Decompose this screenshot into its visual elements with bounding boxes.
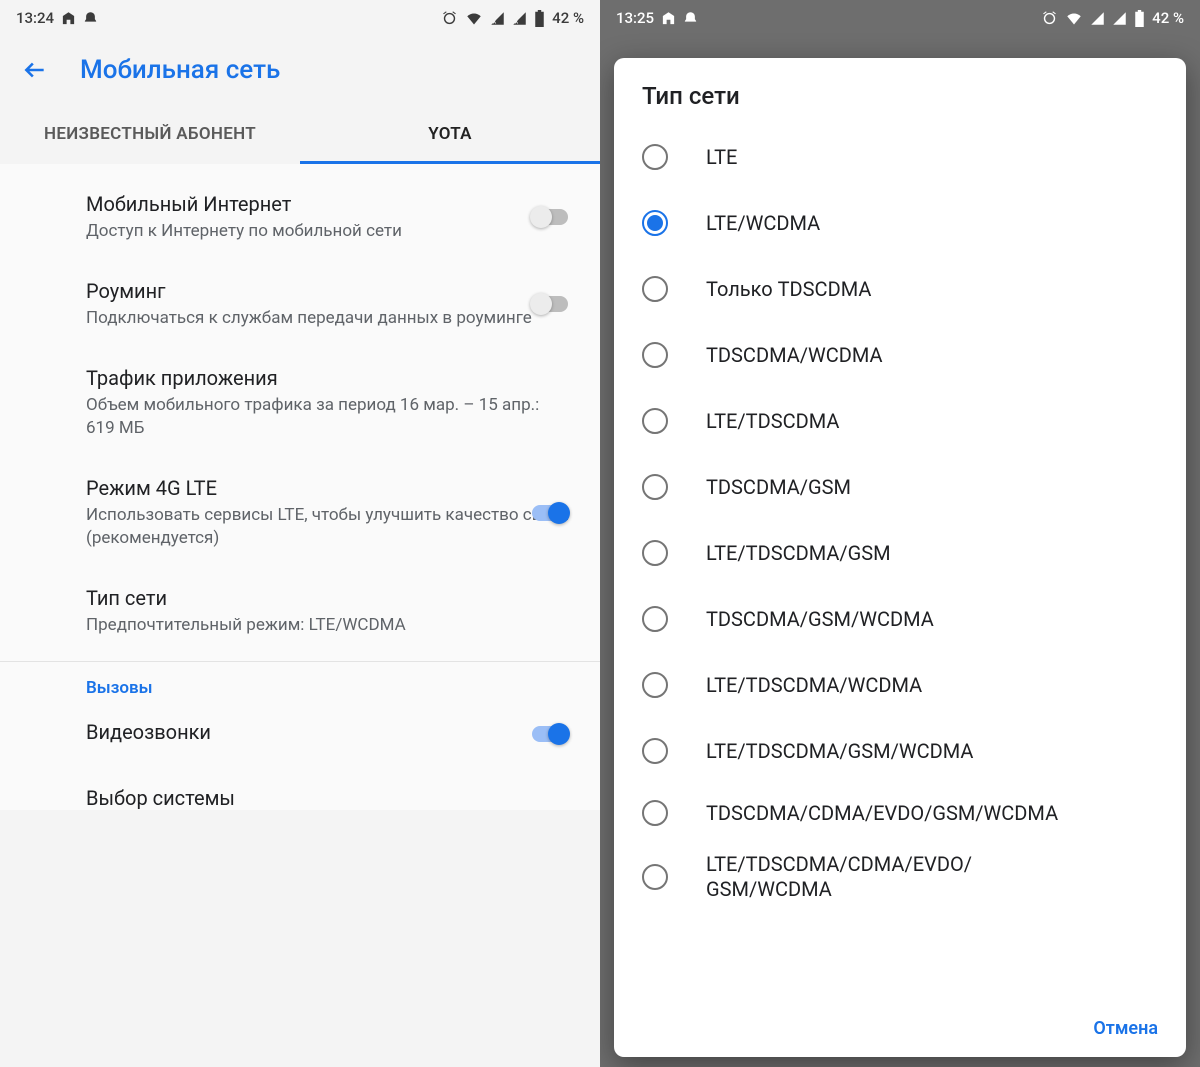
screen-settings: 13:24 x x 42 % Мобильная сеть НЕИЗВЕСТНЫ… [0,0,600,1067]
radio-button-icon [642,342,668,368]
radio-option[interactable]: LTE [614,124,1186,190]
alarm-icon [441,10,458,27]
radio-label: LTE/TDSCDMA/CDMA/EVDO/GSM/WCDMA [706,852,972,902]
radio-label: LTE/TDSCDMA/GSM/WCDMA [706,739,973,764]
notif-icon-1 [61,11,76,26]
svg-text:x: x [515,16,519,25]
radio-option[interactable]: TDSCDMA/GSM [614,454,1186,520]
setting-title: Режим 4G LTE [86,476,570,500]
battery-icon [1134,10,1145,27]
radio-button-icon [642,144,668,170]
radio-label: LTE [706,145,737,170]
setting-title: Выбор системы [86,786,570,810]
toggle-roaming[interactable] [530,293,570,315]
back-button[interactable] [20,55,50,85]
alarm-icon [1041,10,1058,27]
radio-label: LTE/WCDMA [706,211,820,236]
radio-button-icon [642,800,668,826]
radio-label: TDSCDMA/CDMA/EVDO/GSM/WCDMA [706,801,1058,826]
wifi-icon [1065,11,1083,26]
setting-sub: Предпочтительный режим: LTE/WCDMA [86,614,570,637]
radio-option[interactable]: TDSCDMA/WCDMA [614,322,1186,388]
radio-label: LTE/TDSCDMA [706,409,839,434]
radio-option[interactable]: TDSCDMA/CDMA/EVDO/GSM/WCDMA [614,784,1186,842]
setting-title: Видеозвонки [86,720,570,744]
radio-button-icon [642,210,668,236]
status-time: 13:25 [616,9,654,27]
radio-label: TDSCDMA/GSM/WCDMA [706,607,934,632]
setting-system-select[interactable]: Выбор системы [0,766,600,810]
setting-title: Роуминг [86,279,570,303]
app-header: Мобильная сеть [0,36,600,104]
tab-yota[interactable]: YOTA [300,104,600,164]
radio-button-icon [642,276,668,302]
setting-sub: Использовать сервисы LTE, чтобы улучшить… [86,504,570,550]
setting-sub: Объем мобильного трафика за период 16 ма… [86,394,570,440]
dialog-title: Тип сети [614,58,1186,124]
page-title: Мобильная сеть [80,55,280,85]
radio-option[interactable]: Только TDSCDMA [614,256,1186,322]
signal-1-icon [1090,11,1105,26]
svg-text:x: x [493,16,497,25]
setting-4g-lte[interactable]: Режим 4G LTE Использовать сервисы LTE, ч… [0,458,600,568]
radio-option[interactable]: LTE/TDSCDMA/WCDMA [614,652,1186,718]
radio-label: TDSCDMA/GSM [706,475,851,500]
radio-button-icon [642,540,668,566]
radio-button-icon [642,672,668,698]
notif-icon-1 [661,11,676,26]
radio-button-icon [642,864,668,890]
dialog-footer: Отмена [614,1004,1186,1057]
setting-mobile-data[interactable]: Мобильный Интернет Доступ к Интернету по… [0,174,600,261]
status-bar: 13:25 42 % [600,0,1200,36]
signal-1-icon: x [490,11,505,26]
status-bar: 13:24 x x 42 % [0,0,600,36]
radio-option[interactable]: TDSCDMA/GSM/WCDMA [614,586,1186,652]
setting-sub: Подключаться к службам передачи данных в… [86,307,570,330]
radio-option[interactable]: LTE/TDSCDMA/GSM [614,520,1186,586]
radio-label: LTE/TDSCDMA/WCDMA [706,673,922,698]
notif-icon-2 [83,11,98,26]
network-type-dialog: Тип сети LTE LTE/WCDMA Только TDSCDMA TDSCD… [614,58,1186,1057]
setting-title: Тип сети [86,586,570,610]
radio-option[interactable]: LTE/TDSCDMA/GSM/WCDMA [614,718,1186,784]
radio-button-icon [642,474,668,500]
status-battery: 42 % [1152,9,1184,27]
sim-tabs: НЕИЗВЕСТНЫЙ АБОНЕНТ YOTA [0,104,600,164]
setting-roaming[interactable]: Роуминг Подключаться к службам передачи … [0,261,600,348]
status-battery: 42 % [552,9,584,27]
radio-button-icon [642,606,668,632]
signal-2-icon [1112,11,1127,26]
cancel-button[interactable]: Отмена [1093,1018,1158,1039]
setting-sub: Доступ к Интернету по мобильной сети [86,220,570,243]
radio-button-icon [642,738,668,764]
status-time: 13:24 [16,9,54,27]
toggle-4g-lte[interactable] [530,502,570,524]
signal-2-icon: x [512,11,527,26]
tab-unknown[interactable]: НЕИЗВЕСТНЫЙ АБОНЕНТ [0,104,300,164]
radio-option[interactable]: LTE/TDSCDMA [614,388,1186,454]
radio-list: LTE LTE/WCDMA Только TDSCDMA TDSCDMA/WCDMA L… [614,124,1186,1004]
radio-label: LTE/TDSCDMA/GSM [706,541,891,566]
notif-icon-2 [683,11,698,26]
toggle-mobile-data[interactable] [530,206,570,228]
screen-dialog: 13:25 42 % Тип сети LTE LTE/WCDMA Только T… [600,0,1200,1067]
radio-option[interactable]: LTE/TDSCDMA/CDMA/EVDO/GSM/WCDMA [614,842,1186,912]
settings-list: Мобильный Интернет Доступ к Интернету по… [0,164,600,810]
section-calls: Вызовы [0,662,600,702]
setting-traffic[interactable]: Трафик приложения Объем мобильного трафи… [0,348,600,458]
battery-icon [534,10,545,27]
radio-label: Только TDSCDMA [706,277,871,302]
radio-button-icon [642,408,668,434]
setting-video-calls[interactable]: Видеозвонки [0,702,600,766]
setting-network-type[interactable]: Тип сети Предпочтительный режим: LTE/WCD… [0,568,600,655]
toggle-video-calls[interactable] [530,723,570,745]
wifi-icon [465,11,483,26]
radio-option[interactable]: LTE/WCDMA [614,190,1186,256]
radio-label: TDSCDMA/WCDMA [706,343,883,368]
setting-title: Трафик приложения [86,366,570,390]
setting-title: Мобильный Интернет [86,192,570,216]
